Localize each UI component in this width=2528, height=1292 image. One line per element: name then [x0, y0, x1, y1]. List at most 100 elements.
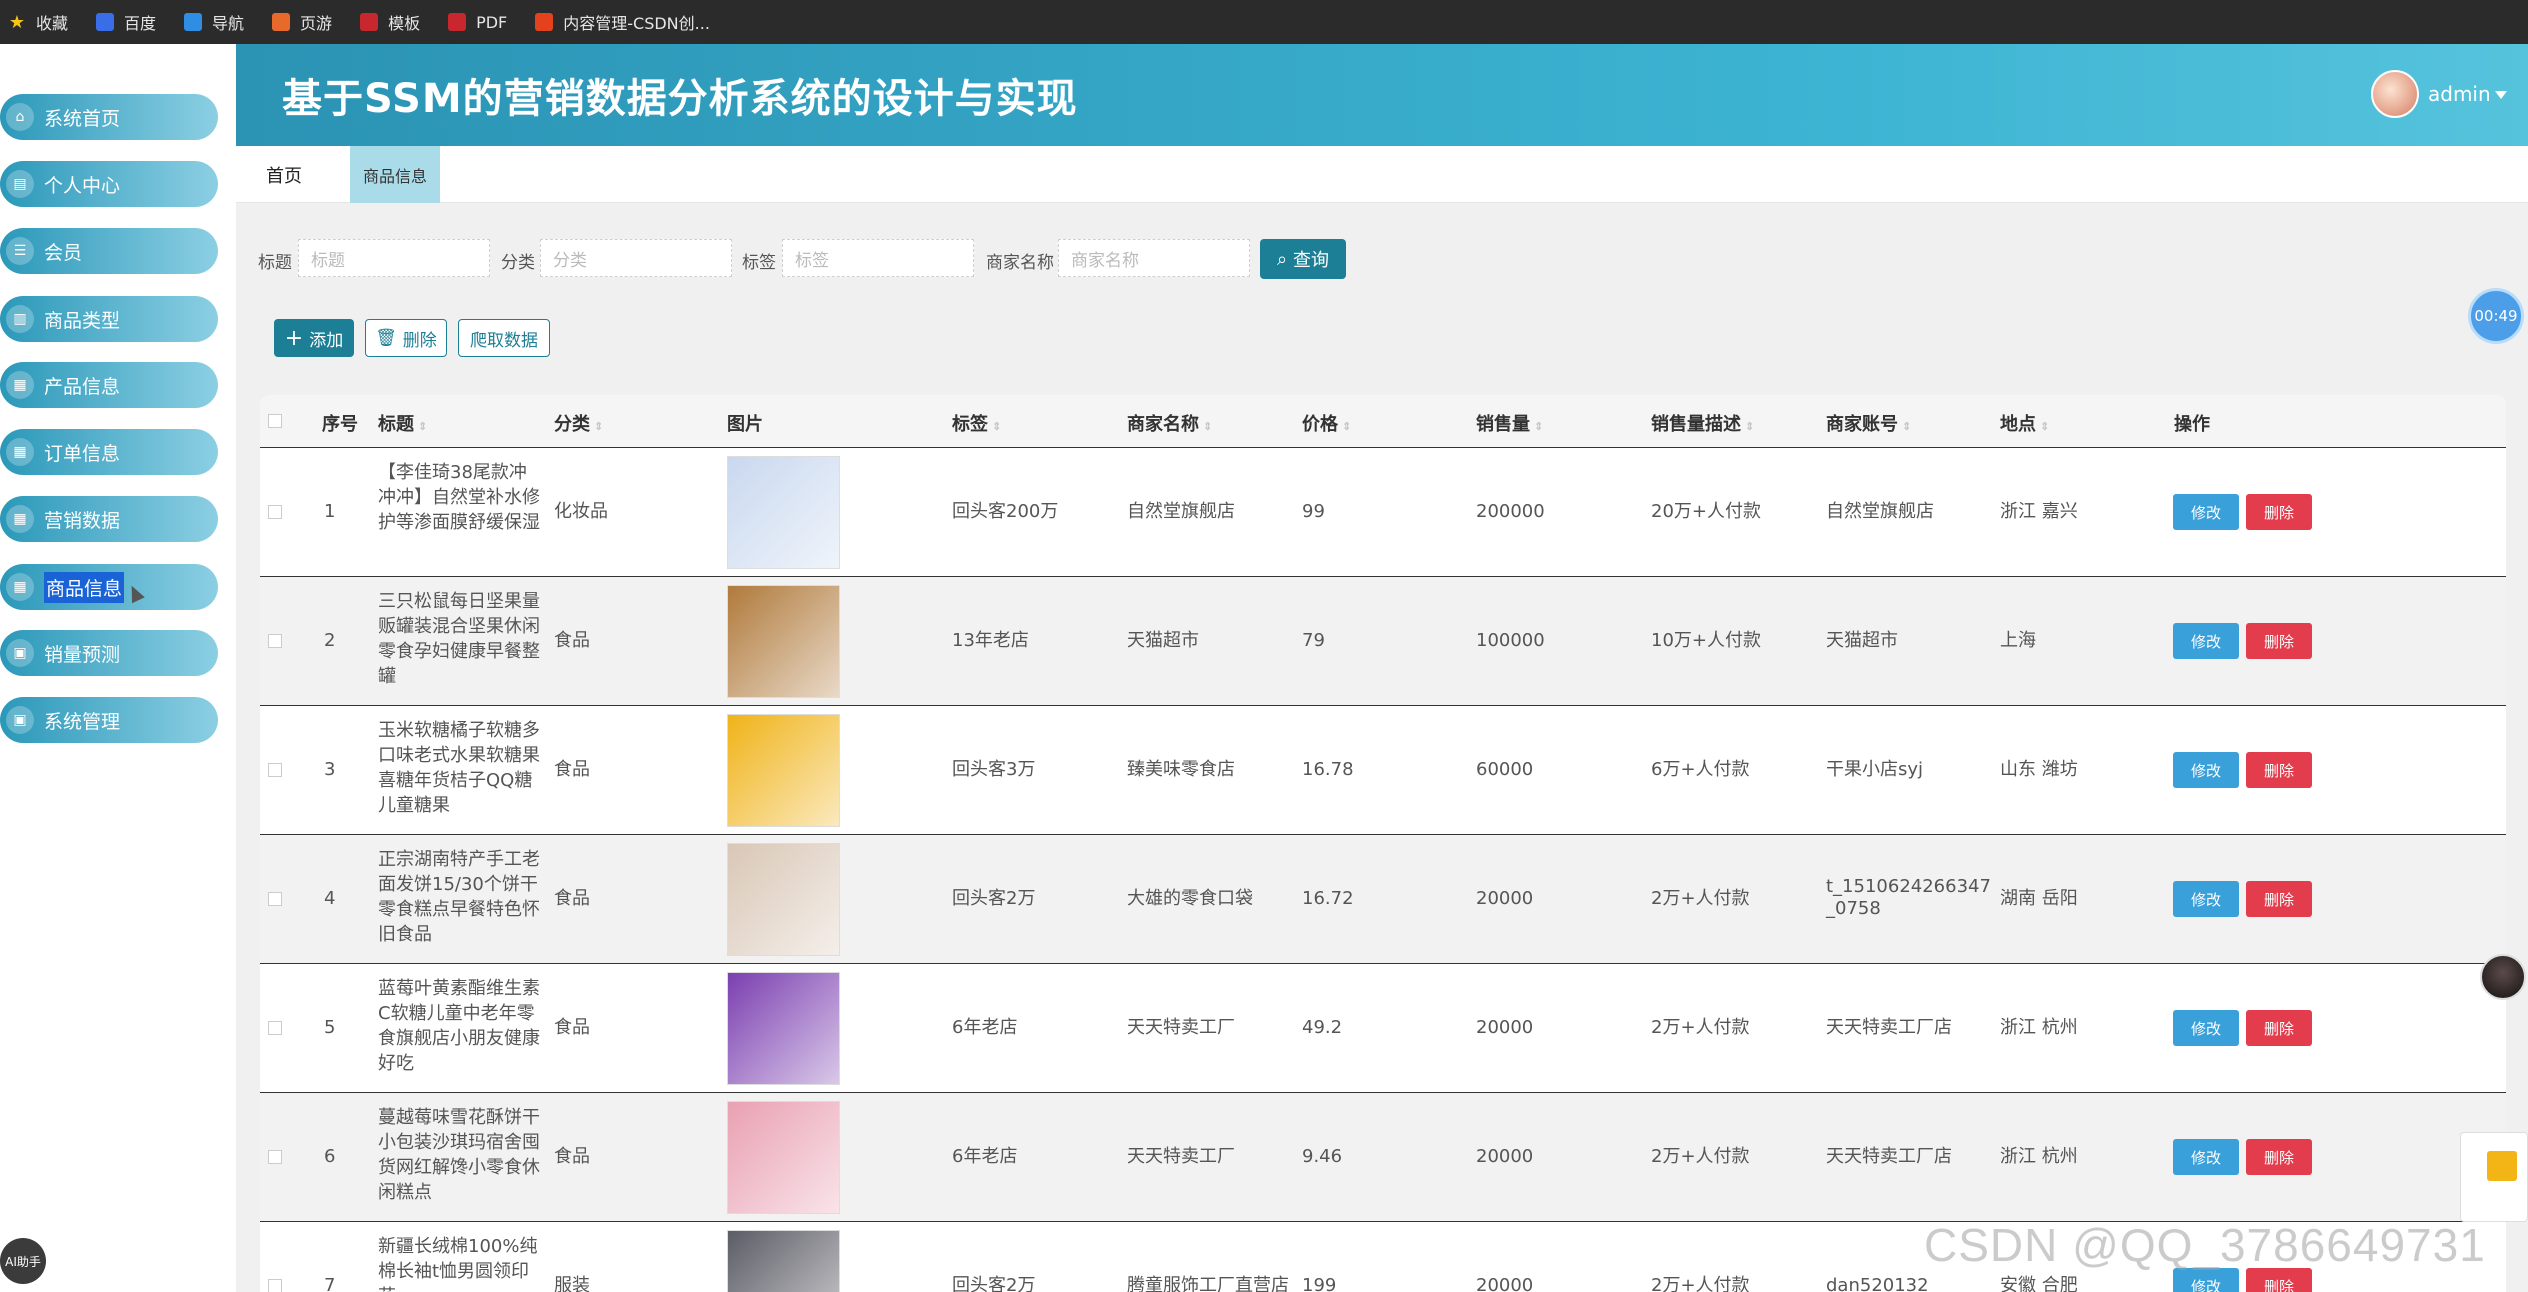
column-header[interactable]: 价格 ⇕: [1302, 410, 1351, 436]
sidebar-item[interactable]: ☰ 会员: [0, 228, 218, 274]
sidebar-item[interactable]: ▦ 订单信息: [0, 429, 218, 475]
delete-button[interactable]: 删除: [2246, 1010, 2312, 1046]
column-header-label: 操作: [2174, 414, 2210, 435]
filter-input[interactable]: 标签: [782, 239, 974, 277]
row-checkbox[interactable]: [268, 763, 282, 777]
row-checkbox[interactable]: [268, 892, 282, 906]
filter-input[interactable]: 标题: [298, 239, 490, 277]
sidebar-item[interactable]: ⌂ 系统首页: [0, 94, 218, 140]
ai-helper-button[interactable]: AI助手: [0, 1238, 46, 1284]
user-name[interactable]: admin: [2428, 82, 2491, 106]
side-widget[interactable]: [2460, 1132, 2528, 1222]
edit-button[interactable]: 修改: [2173, 1139, 2239, 1175]
clipboard-icon: ▣: [6, 639, 34, 667]
sidebar-item[interactable]: ▥ 商品类型: [0, 296, 218, 342]
sort-icon[interactable]: ⇕: [594, 420, 603, 433]
row-checkbox[interactable]: [268, 505, 282, 519]
bookmark-label: 页游: [300, 14, 333, 33]
sidebar-item-label: 系统管理: [44, 710, 121, 733]
cell-account: 天猫超市: [1826, 630, 1898, 651]
template-icon: [360, 13, 379, 31]
product-image[interactable]: [727, 843, 840, 956]
batch-delete-button[interactable]: 🗑 删除: [365, 319, 447, 357]
cell-index: 5: [324, 1017, 336, 1038]
column-header-label: 图片: [727, 414, 763, 435]
column-header[interactable]: 标签 ⇕: [952, 410, 1001, 436]
bookmark-item[interactable]: 导航: [184, 10, 244, 34]
sort-icon[interactable]: ⇕: [2040, 420, 2049, 433]
edit-button[interactable]: 修改: [2173, 1010, 2239, 1046]
app-header: 基于SSM的营销数据分析系统的设计与实现 admin: [236, 44, 2528, 146]
bookmark-item[interactable]: 页游: [272, 10, 332, 34]
column-header[interactable]: 商家账号 ⇕: [1826, 410, 1911, 436]
cell-merchant: 天猫超市: [1127, 630, 1199, 651]
filter-input[interactable]: 商家名称: [1058, 239, 1250, 277]
tab-product-info[interactable]: 商品信息: [350, 146, 440, 203]
sidebar-item[interactable]: ▣ 系统管理: [0, 697, 218, 743]
product-image[interactable]: [727, 714, 840, 827]
timer-badge[interactable]: 00:49: [2468, 288, 2524, 344]
add-button[interactable]: + 添加: [274, 319, 354, 357]
product-image[interactable]: [727, 585, 840, 698]
crawl-data-button[interactable]: 爬取数据: [458, 319, 550, 357]
home-icon: ⌂: [6, 103, 34, 131]
sort-icon[interactable]: ⇕: [1745, 420, 1754, 433]
column-header[interactable]: 分类 ⇕: [554, 410, 603, 436]
bookmark-item[interactable]: 内容管理-CSDN创...: [535, 10, 710, 34]
sort-icon[interactable]: ⇕: [1534, 420, 1543, 433]
delete-button[interactable]: 删除: [2246, 1139, 2312, 1175]
edit-button[interactable]: 修改: [2173, 623, 2239, 659]
tab-home[interactable]: 首页: [266, 162, 302, 188]
product-image[interactable]: [727, 456, 840, 569]
delete-button[interactable]: 删除: [2246, 623, 2312, 659]
select-all-checkbox[interactable]: [268, 414, 282, 428]
product-image[interactable]: [727, 1230, 840, 1292]
sort-icon[interactable]: ⇕: [418, 420, 427, 433]
bookmark-item[interactable]: 模板: [360, 10, 420, 34]
sort-icon[interactable]: ⇕: [992, 420, 1001, 433]
cell-price: 199: [1302, 1275, 1337, 1292]
cell-price: 49.2: [1302, 1017, 1343, 1038]
sidebar-item[interactable]: ▤ 个人中心: [0, 161, 218, 207]
search-button[interactable]: ⌕ 查询: [1260, 239, 1346, 279]
edit-button[interactable]: 修改: [2173, 881, 2239, 917]
sidebar-item[interactable]: ▦ 营销数据: [0, 496, 218, 542]
column-header[interactable]: 销售量描述 ⇕: [1651, 410, 1754, 436]
bookmark-item[interactable]: PDF: [448, 13, 507, 32]
user-avatar[interactable]: [2371, 70, 2419, 118]
delete-button[interactable]: 删除: [2246, 494, 2312, 530]
row-checkbox[interactable]: [268, 1279, 282, 1292]
pdf-icon: [448, 13, 467, 31]
row-checkbox[interactable]: [268, 634, 282, 648]
cell-tag: 回头客2万: [952, 888, 1036, 909]
delete-button[interactable]: 删除: [2246, 881, 2312, 917]
delete-button[interactable]: 删除: [2246, 752, 2312, 788]
sort-icon[interactable]: ⇕: [1203, 420, 1212, 433]
bookmark-label: 收藏: [36, 14, 69, 33]
cell-sales-desc: 20万+人付款: [1651, 501, 1761, 522]
edit-button[interactable]: 修改: [2173, 494, 2239, 530]
sort-icon[interactable]: ⇕: [1902, 420, 1911, 433]
sidebar-item[interactable]: ▦ 商品信息: [0, 564, 218, 610]
product-image[interactable]: [727, 1101, 840, 1214]
bookmark-item[interactable]: ★ 收藏: [8, 10, 68, 34]
column-header[interactable]: 标题 ⇕: [378, 410, 427, 436]
sidebar-item-label: 系统首页: [44, 107, 121, 130]
chevron-down-icon[interactable]: [2495, 91, 2507, 99]
filter-input[interactable]: 分类: [540, 239, 732, 277]
cell-index: 1: [324, 501, 336, 522]
row-checkbox[interactable]: [268, 1021, 282, 1035]
column-header[interactable]: 销售量 ⇕: [1476, 410, 1543, 436]
column-header-label: 标签: [952, 414, 988, 435]
bookmark-item[interactable]: 百度: [96, 10, 156, 34]
product-image[interactable]: [727, 972, 840, 1085]
column-header[interactable]: 地点 ⇕: [2000, 410, 2049, 436]
sidebar-item[interactable]: ▣ 销量预测: [0, 630, 218, 676]
column-header[interactable]: 商家名称 ⇕: [1127, 410, 1212, 436]
edit-button[interactable]: 修改: [2173, 752, 2239, 788]
sidebar-item[interactable]: ▦ 产品信息: [0, 362, 218, 408]
assistant-avatar[interactable]: [2480, 954, 2526, 1000]
sort-icon[interactable]: ⇕: [1342, 420, 1351, 433]
cell-merchant: 腾童服饰工厂直营店: [1127, 1275, 1289, 1292]
row-checkbox[interactable]: [268, 1150, 282, 1164]
